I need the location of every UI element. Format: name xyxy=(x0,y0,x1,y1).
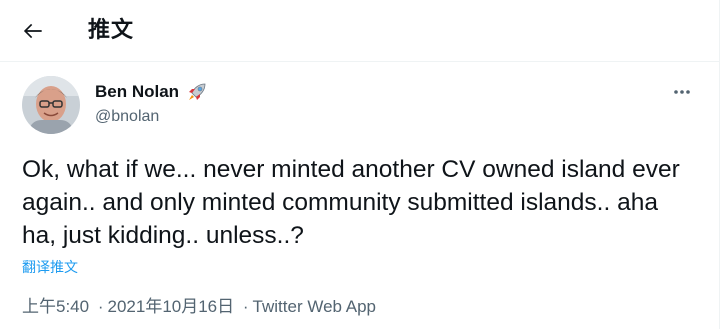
header-divider xyxy=(0,61,720,62)
tweet-date[interactable]: 2021年10月16日 xyxy=(108,297,235,316)
tweet-time[interactable]: 上午5:40 xyxy=(22,297,89,316)
ellipsis-icon xyxy=(674,90,690,94)
more-options-button[interactable] xyxy=(668,82,696,102)
tweet-source[interactable]: Twitter Web App xyxy=(253,297,376,316)
arrow-left-icon xyxy=(23,23,42,39)
translate-tweet-link[interactable]: 翻译推文 xyxy=(22,258,78,278)
author-name[interactable]: Ben Nolan xyxy=(95,82,179,102)
back-button[interactable] xyxy=(20,18,46,44)
meta-separator: · xyxy=(242,297,249,316)
tweet-text: Ok, what if we... never minted another C… xyxy=(22,156,680,249)
author-handle[interactable]: @bnolan xyxy=(95,107,159,127)
rocket-icon xyxy=(186,81,208,103)
header-bar: 推文 xyxy=(0,0,720,60)
tweet-meta: 上午5:40 · 2021年10月16日 · Twitter Web App xyxy=(22,296,376,318)
meta-separator: · xyxy=(97,297,104,316)
avatar[interactable] xyxy=(22,76,80,134)
profile-photo xyxy=(22,76,80,134)
page-title: 推文 xyxy=(88,18,135,43)
